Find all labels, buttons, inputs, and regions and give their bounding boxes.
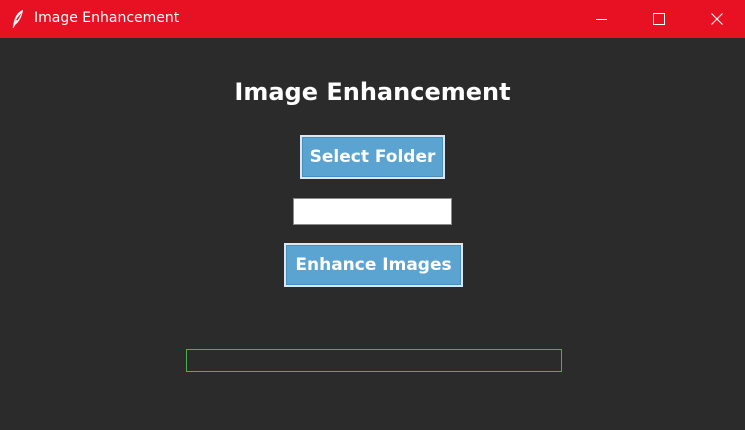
enhance-images-button[interactable]: Enhance Images	[284, 243, 463, 287]
maximize-button[interactable]	[630, 0, 688, 38]
select-folder-button[interactable]: Select Folder	[300, 135, 445, 179]
folder-path-input[interactable]	[293, 198, 452, 225]
close-button[interactable]	[688, 0, 745, 38]
minimize-icon	[595, 14, 607, 25]
progress-bar	[186, 349, 562, 372]
feather-icon	[11, 9, 25, 29]
window-title: Image Enhancement	[34, 10, 180, 26]
maximize-icon	[653, 13, 665, 25]
close-icon	[711, 13, 723, 25]
page-title: Image Enhancement	[234, 78, 511, 106]
minimize-button[interactable]	[572, 0, 630, 38]
title-bar: Image Enhancement	[0, 0, 745, 38]
